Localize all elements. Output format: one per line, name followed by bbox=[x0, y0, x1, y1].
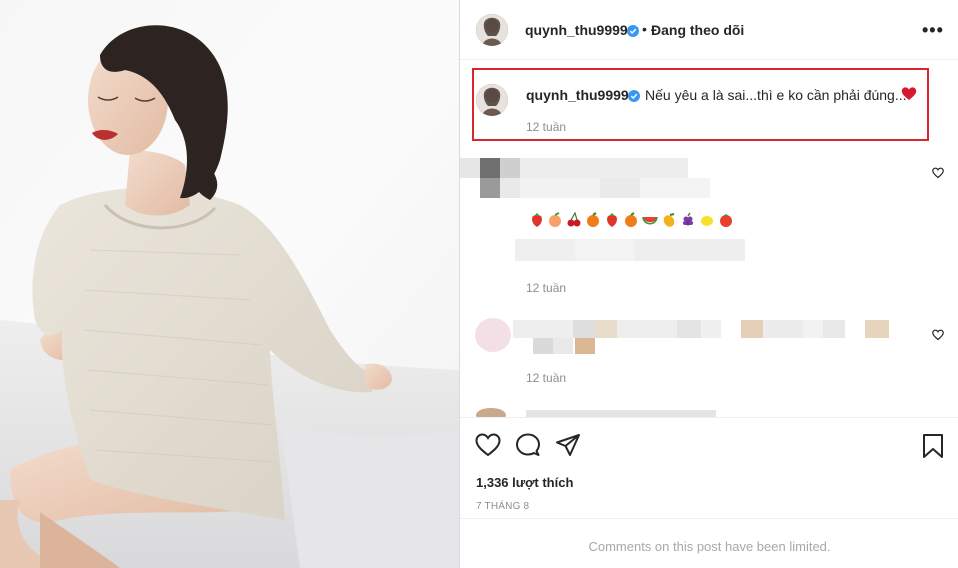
post-actions: 1,336 lượt thích 7 THÁNG 8 Comments on t… bbox=[460, 417, 958, 567]
mango-icon bbox=[663, 213, 675, 227]
likes-count[interactable]: 1,336 lượt thích bbox=[476, 475, 573, 490]
following-button[interactable]: Đang theo dõi bbox=[651, 22, 744, 38]
tomato-icon bbox=[720, 214, 732, 227]
comment-3-partial bbox=[476, 408, 716, 417]
share-icon[interactable] bbox=[555, 433, 581, 457]
comment-icon[interactable] bbox=[515, 433, 541, 457]
strawberry-icon bbox=[532, 213, 542, 227]
caption-time: 12 tuần bbox=[526, 120, 567, 134]
save-icon[interactable] bbox=[921, 433, 945, 459]
caption-text: Nếu yêu a là sai...thì e ko cần phải đún… bbox=[645, 87, 907, 103]
red-heart-emoji-icon bbox=[901, 86, 917, 102]
separator-dot: • bbox=[642, 21, 647, 37]
comment-1-emojis bbox=[529, 211, 739, 228]
grapes-icon bbox=[683, 212, 693, 226]
comment-1-blurred bbox=[460, 155, 720, 203]
verified-badge-icon bbox=[628, 90, 640, 102]
strawberry-icon bbox=[607, 213, 617, 227]
lemon-icon bbox=[701, 216, 713, 226]
like-icon[interactable] bbox=[475, 433, 501, 457]
post-header: quynh_thu9999 • Đang theo dõi ••• bbox=[460, 0, 958, 60]
more-options-icon[interactable]: ••• bbox=[922, 20, 944, 41]
cherries-icon bbox=[567, 211, 581, 227]
caption-avatar[interactable] bbox=[476, 84, 508, 116]
avatar[interactable] bbox=[476, 14, 508, 46]
comment-like-icon[interactable] bbox=[932, 328, 944, 341]
comment-2-time: 12 tuần bbox=[526, 371, 567, 385]
tangerine-icon bbox=[625, 212, 637, 227]
comment-1-time: 12 tuần bbox=[526, 281, 567, 295]
tangerine-icon bbox=[587, 212, 599, 227]
comments-limited-notice: Comments on this post have been limited. bbox=[588, 539, 831, 554]
post-photo bbox=[0, 0, 459, 568]
comment-2-blurred bbox=[475, 318, 895, 356]
post-side-panel: quynh_thu9999 • Đang theo dõi ••• quynh_… bbox=[459, 0, 958, 568]
post-date[interactable]: 7 THÁNG 8 bbox=[476, 501, 529, 512]
username-link[interactable]: quynh_thu9999 bbox=[525, 22, 628, 38]
peach-icon bbox=[549, 212, 561, 227]
watermelon-icon bbox=[642, 216, 658, 225]
comment-like-icon[interactable] bbox=[932, 166, 944, 179]
caption-username[interactable]: quynh_thu9999 bbox=[526, 87, 629, 103]
comment-1-blurred-line bbox=[515, 239, 745, 261]
verified-badge-icon bbox=[627, 25, 639, 37]
